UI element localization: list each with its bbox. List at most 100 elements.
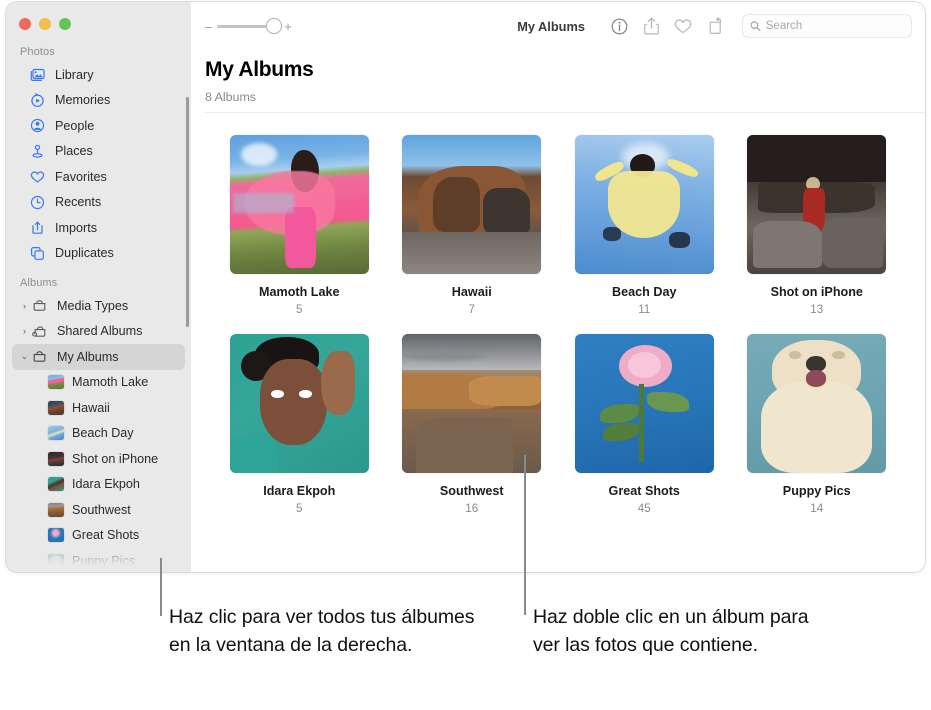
album-name: Mamoth Lake [259, 285, 339, 299]
album-card[interactable]: Mamoth Lake 5 [213, 135, 386, 316]
photos-window: Photos Library Memories [6, 2, 925, 572]
page-header: My Albums 8 Albums [191, 50, 925, 113]
sidebar-item-label: Imports [55, 221, 97, 235]
sidebar-item-people[interactable]: People [12, 113, 185, 139]
album-card[interactable]: Hawaii 7 [386, 135, 559, 316]
album-card[interactable]: Beach Day 11 [558, 135, 731, 316]
album-card[interactable]: Puppy Pics 14 [731, 334, 904, 515]
sidebar-item-label: Media Types [57, 299, 128, 313]
info-icon [611, 18, 628, 35]
sidebar-album-beach-day[interactable]: Beach Day [12, 421, 185, 447]
sidebar-item-memories[interactable]: Memories [12, 88, 185, 114]
places-pin-icon [30, 144, 49, 159]
share-icon [643, 17, 660, 35]
album-card[interactable]: Southwest 16 [386, 334, 559, 515]
share-button[interactable] [635, 11, 667, 41]
sidebar-scrollbar[interactable] [186, 97, 189, 327]
sidebar-album-shot-on-iphone[interactable]: Shot on iPhone [12, 446, 185, 472]
album-count: 7 [469, 303, 475, 316]
search-input[interactable] [766, 20, 904, 32]
album-artwork[interactable] [230, 334, 369, 473]
sidebar-item-favorites[interactable]: Favorites [12, 164, 185, 190]
clock-icon [30, 195, 49, 210]
album-card[interactable]: Idara Ekpoh 5 [213, 334, 386, 515]
album-artwork[interactable] [402, 135, 541, 274]
sidebar-item-label: My Albums [57, 350, 119, 364]
shared-folder-icon [32, 325, 51, 338]
info-button[interactable] [603, 11, 635, 41]
sidebar-album-label: Shot on iPhone [72, 452, 158, 466]
chevron-right-icon[interactable]: › [18, 301, 31, 311]
album-card[interactable]: Shot on iPhone 13 [731, 135, 904, 316]
album-artwork[interactable] [402, 334, 541, 473]
album-count: 5 [296, 303, 302, 316]
album-count: 14 [810, 502, 823, 515]
zoom-slider[interactable]: – + [205, 20, 292, 33]
folder-icon [32, 299, 51, 312]
screenshot-root: Photos Library Memories [0, 0, 931, 710]
zoom-out-icon[interactable]: – [205, 20, 212, 33]
sidebar-item-label: Places [55, 144, 93, 158]
album-thumb-beach-day [48, 426, 65, 440]
sidebar-item-my-albums[interactable]: ⌄ My Albums [12, 344, 185, 370]
sidebar-item-recents[interactable]: Recents [12, 190, 185, 216]
sidebar-item-shared-albums[interactable]: › Shared Albums [12, 319, 185, 345]
zoom-slider-knob[interactable] [267, 19, 281, 33]
sidebar-item-imports[interactable]: Imports [12, 215, 185, 241]
sidebar-album-label: Beach Day [72, 426, 134, 440]
search-icon [750, 20, 761, 32]
sidebar-item-label: Library [55, 68, 94, 82]
sidebar-item-places[interactable]: Places [12, 139, 185, 165]
sidebar-item-duplicates[interactable]: Duplicates [12, 241, 185, 267]
window-controls [6, 2, 191, 30]
album-grid: Mamoth Lake 5 Hawaii 7 [191, 113, 925, 515]
album-name: Puppy Pics [783, 484, 851, 498]
rotate-button[interactable] [699, 11, 731, 41]
album-artwork[interactable] [575, 135, 714, 274]
sidebar-album-label: Hawaii [72, 401, 110, 415]
zoom-slider-track[interactable] [217, 25, 279, 28]
chevron-down-icon[interactable]: ⌄ [18, 351, 31, 362]
album-count: 13 [810, 303, 823, 316]
sidebar-bottom-fade [6, 552, 191, 572]
album-thumb-hawaii [48, 401, 65, 415]
album-count-label: 8 Albums [205, 90, 925, 104]
callout-album-text: Haz doble clic en un álbum para ver las … [533, 604, 823, 659]
album-card[interactable]: Great Shots 45 [558, 334, 731, 515]
duplicates-icon [30, 246, 49, 261]
import-icon [30, 220, 49, 235]
sidebar-album-great-shots[interactable]: Great Shots [12, 523, 185, 549]
album-name: Idara Ekpoh [263, 484, 335, 498]
album-artwork[interactable] [575, 334, 714, 473]
album-thumb-shot-on-iphone [48, 452, 65, 466]
sidebar-item-label: Recents [55, 195, 101, 209]
album-artwork[interactable] [747, 334, 886, 473]
sidebar-album-idara-ekpoh[interactable]: Idara Ekpoh [12, 472, 185, 498]
album-name: Shot on iPhone [771, 285, 863, 299]
toolbar-right-group: My Albums [517, 2, 911, 50]
sidebar-item-label: Duplicates [55, 246, 114, 260]
favorite-button[interactable] [667, 11, 699, 41]
sidebar-album-label: Great Shots [72, 528, 139, 542]
sidebar-album-hawaii[interactable]: Hawaii [12, 395, 185, 421]
maximize-button[interactable] [59, 18, 71, 30]
folder-icon [32, 350, 51, 363]
search-field[interactable] [743, 15, 911, 37]
album-thumb-mamoth-lake [48, 375, 65, 389]
sidebar-item-media-types[interactable]: › Media Types [12, 293, 185, 319]
sidebar-album-southwest[interactable]: Southwest [12, 497, 185, 523]
album-artwork[interactable] [747, 135, 886, 274]
album-artwork[interactable] [230, 135, 369, 274]
sidebar-album-label: Idara Ekpoh [72, 477, 140, 491]
sidebar-scroll-area[interactable]: Photos Library Memories [6, 30, 191, 572]
zoom-in-icon[interactable]: + [284, 20, 292, 33]
chevron-right-icon[interactable]: › [18, 326, 31, 336]
album-count: 5 [296, 502, 302, 515]
close-button[interactable] [19, 18, 31, 30]
sidebar-item-library[interactable]: Library [12, 62, 185, 88]
sidebar-album-mamoth-lake[interactable]: Mamoth Lake [12, 370, 185, 396]
toolbar: – + My Albums [191, 2, 925, 50]
heart-icon [674, 18, 692, 35]
album-thumb-great-shots [48, 528, 65, 542]
minimize-button[interactable] [39, 18, 51, 30]
